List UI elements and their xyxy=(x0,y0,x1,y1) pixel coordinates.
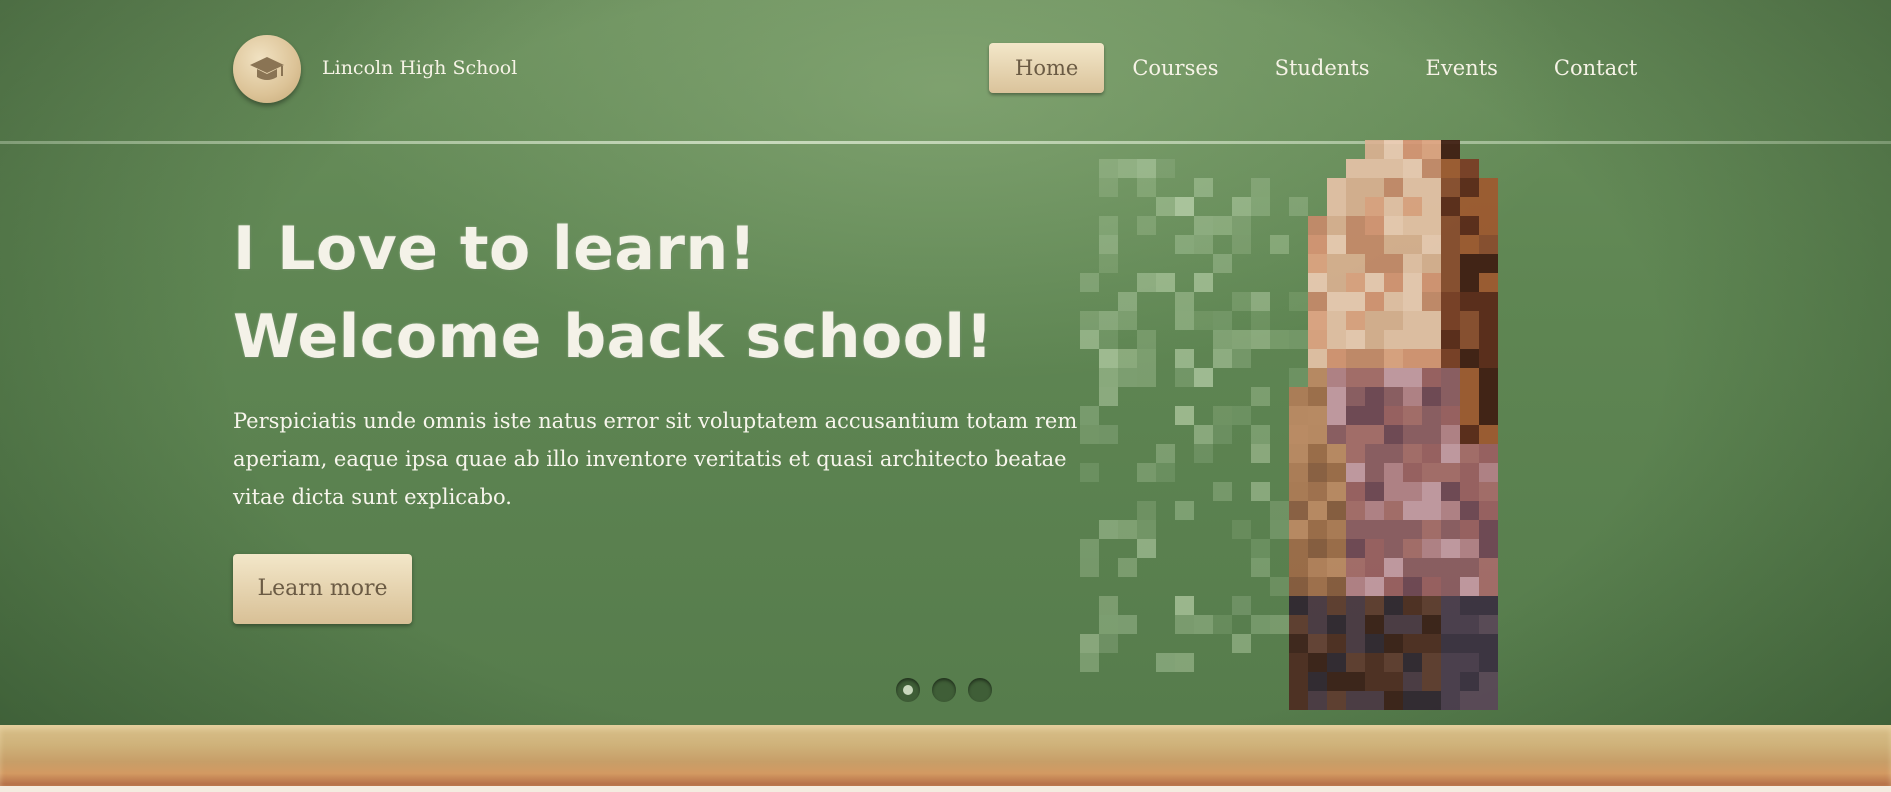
chalkboard-hero: Lincoln High School Home Courses Students E… xyxy=(0,0,1891,725)
learn-more-button[interactable]: Learn more xyxy=(233,554,412,624)
brand-name[interactable]: Lincoln High School xyxy=(322,57,517,79)
slide-dot-3[interactable] xyxy=(968,678,992,702)
graduation-cap-icon xyxy=(250,57,284,80)
nav-contact[interactable]: Contact xyxy=(1526,43,1665,93)
logo[interactable] xyxy=(233,35,301,103)
chalk-tray-ledge xyxy=(0,725,1891,792)
pixelated-student-image xyxy=(1080,140,1498,710)
page-bottom-edge xyxy=(0,786,1891,792)
nav-students[interactable]: Students xyxy=(1247,43,1398,93)
headline-line-2: Welcome back school! xyxy=(233,302,994,372)
slide-dot-1[interactable] xyxy=(896,678,920,702)
slide-dot-2[interactable] xyxy=(932,678,956,702)
headline-line-1: I Love to learn! xyxy=(233,214,757,284)
main-nav: Home Courses Students Events Contact xyxy=(989,43,1665,93)
hero-description: Perspiciatis unde omnis iste natus error… xyxy=(233,409,1078,509)
slider-pagination xyxy=(896,678,992,702)
hero-headline: I Love to learn! Welcome back school! xyxy=(233,205,1133,381)
nav-home[interactable]: Home xyxy=(989,43,1105,93)
nav-courses[interactable]: Courses xyxy=(1104,43,1246,93)
nav-events[interactable]: Events xyxy=(1398,43,1526,93)
